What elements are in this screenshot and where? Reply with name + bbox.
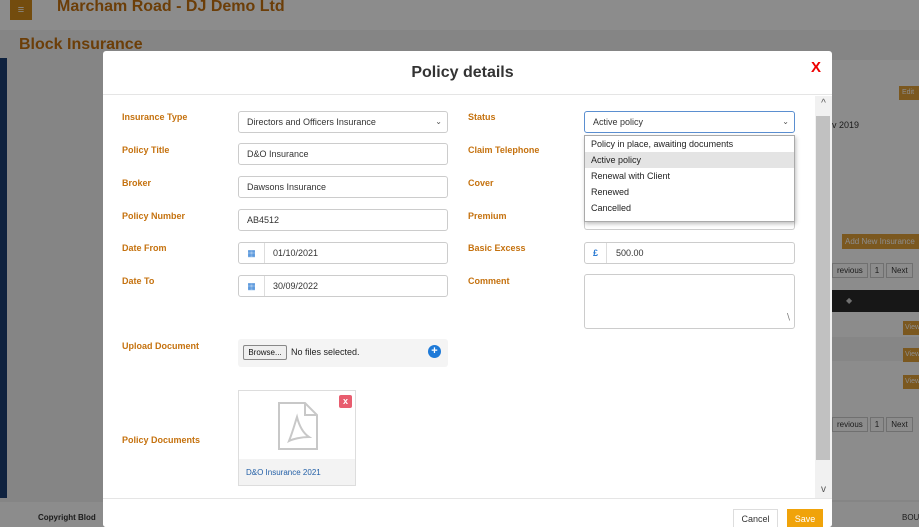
document-name-link[interactable]: D&O Insurance 2021 [246, 468, 321, 477]
status-dropdown-list[interactable]: Policy in place, awaiting documents Acti… [584, 135, 795, 222]
status-option-selected[interactable]: Active policy [585, 152, 794, 168]
date-to-label: Date To [122, 276, 155, 286]
document-thumbnail[interactable] [239, 391, 355, 459]
status-option[interactable]: Renewed [585, 184, 794, 200]
status-option[interactable]: Policy in place, awaiting documents [585, 136, 794, 152]
upload-document-label: Upload Document [122, 341, 200, 351]
status-option[interactable]: Renewal with Client [585, 168, 794, 184]
policy-title-input[interactable]: D&O Insurance [238, 143, 448, 165]
basic-excess-label: Basic Excess [468, 243, 526, 253]
file-status-text: No files selected. [291, 347, 360, 357]
chevron-down-icon: ⌄ [782, 117, 789, 126]
broker-input[interactable]: Dawsons Insurance [238, 176, 448, 198]
policy-documents-label: Policy Documents [122, 435, 201, 445]
cancel-button[interactable]: Cancel [733, 509, 778, 527]
save-button[interactable]: Save [787, 509, 823, 527]
insurance-type-value: Directors and Officers Insurance [247, 117, 376, 127]
modal-scrollbar[interactable]: ^ v [815, 96, 832, 498]
calendar-icon[interactable]: ▦ [239, 276, 265, 296]
basic-excess-value: 500.00 [616, 248, 644, 258]
chevron-down-icon: ⌄ [435, 117, 442, 126]
pdf-icon [278, 402, 318, 450]
insurance-type-label: Insurance Type [122, 112, 188, 122]
status-label: Status [468, 112, 496, 122]
calendar-icon[interactable]: ▦ [239, 243, 265, 263]
date-to-value: 30/09/2022 [273, 281, 319, 291]
status-option[interactable]: Cancelled [585, 200, 794, 216]
policy-title-label: Policy Title [122, 145, 170, 155]
broker-label: Broker [122, 178, 152, 188]
claim-telephone-label: Claim Telephone [468, 145, 540, 155]
document-caption: D&O Insurance 2021 [239, 459, 355, 485]
date-from-input[interactable]: ▦ 01/10/2021 [238, 242, 448, 264]
date-from-value: 01/10/2021 [273, 248, 319, 258]
browse-button[interactable]: Browse... [243, 345, 287, 360]
close-icon[interactable]: X [811, 59, 821, 76]
date-from-label: Date From [122, 243, 167, 253]
currency-symbol: £ [585, 243, 607, 263]
status-value: Active policy [593, 117, 644, 127]
add-document-icon[interactable]: + [428, 345, 441, 358]
modal-title: Policy details [411, 64, 514, 81]
policy-number-label: Policy Number [122, 211, 186, 221]
comment-label: Comment [468, 276, 510, 286]
modal-header: Policy details X [103, 51, 832, 95]
insurance-type-select[interactable]: Directors and Officers Insurance ⌄ [238, 111, 448, 133]
policy-number-input[interactable]: AB4512 [238, 209, 448, 231]
delete-document-icon[interactable]: x [339, 395, 352, 408]
file-upload-field: Browse... No files selected. [238, 339, 448, 367]
scroll-thumb[interactable] [816, 116, 830, 460]
cover-label: Cover [468, 178, 494, 188]
basic-excess-input[interactable]: £ 500.00 [584, 242, 795, 264]
resize-handle-icon[interactable]: ∖ [785, 307, 791, 327]
scroll-down-arrow-icon[interactable]: v [815, 482, 832, 498]
date-to-input[interactable]: ▦ 30/09/2022 [238, 275, 448, 297]
scroll-up-arrow-icon[interactable]: ^ [815, 96, 832, 112]
status-select[interactable]: Active policy ⌄ [584, 111, 795, 133]
premium-label: Premium [468, 211, 507, 221]
modal-footer: Cancel Save [103, 498, 832, 527]
comment-textarea[interactable]: ∖ [584, 274, 795, 329]
document-card[interactable]: x D&O Insurance 2021 [238, 390, 356, 486]
